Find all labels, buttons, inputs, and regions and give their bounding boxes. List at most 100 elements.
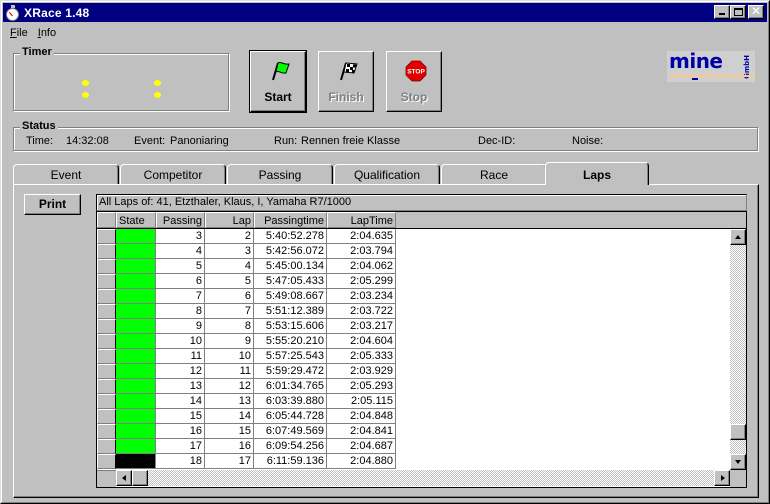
tab-competitor[interactable]: Competitor — [120, 164, 226, 184]
row-indicator[interactable] — [97, 409, 116, 424]
tab-race[interactable]: Race — [441, 164, 547, 184]
row-indicator[interactable] — [97, 364, 116, 379]
laps-grid[interactable]: State Passing Lap Passingtime LapTime 32… — [96, 211, 747, 488]
grid-caption: All Laps of: 41, Etzthaler, Klaus, I, Ya… — [96, 194, 747, 211]
table-row[interactable]: 9 8 5:53:15.606 2:03.217 — [97, 319, 397, 334]
table-row[interactable]: 7 6 5:49:08.667 2:03.234 — [97, 289, 397, 304]
header-state[interactable]: State — [116, 212, 156, 228]
cell-lap: 5 — [205, 274, 254, 289]
tab-label: Qualification — [353, 168, 421, 182]
cell-passing: 18 — [156, 454, 205, 469]
scroll-up-button[interactable] — [730, 229, 746, 245]
row-indicator[interactable] — [97, 319, 116, 334]
table-row[interactable]: 12 11 5:59:29.472 2:03.929 — [97, 364, 397, 379]
grid-body: 3 2 5:40:52.278 2:04.635 4 3 5:42:56.072 2:03.7… — [97, 229, 730, 470]
cell-lap: 8 — [205, 319, 254, 334]
minimize-button[interactable] — [714, 5, 730, 19]
vertical-scroll-thumb[interactable] — [730, 424, 746, 441]
scroll-down-button[interactable] — [730, 454, 746, 470]
maximize-button[interactable] — [730, 5, 746, 19]
table-row[interactable]: 18 17 6:11:59.136 2:04.880 — [97, 454, 397, 469]
print-button[interactable]: Print — [24, 194, 81, 215]
indicator-column-footer — [97, 470, 116, 487]
cell-lap: 9 — [205, 334, 254, 349]
header-passingtime[interactable]: Passingtime — [254, 212, 327, 228]
cell-passingtime: 5:57:25.543 — [254, 349, 327, 364]
cell-passingtime: 5:49:08.667 — [254, 289, 327, 304]
stopwatch-icon[interactable] — [5, 4, 21, 21]
status-run-label: Run: — [274, 135, 298, 147]
horizontal-scrollbar[interactable] — [116, 470, 730, 486]
row-indicator[interactable] — [97, 304, 116, 319]
cell-passing: 5 — [156, 259, 205, 274]
row-indicator[interactable] — [97, 349, 116, 364]
table-row[interactable]: 5 4 5:45:00.134 2:04.062 — [97, 259, 397, 274]
status-dec-id-label: Dec-ID: — [478, 135, 516, 147]
table-row[interactable]: 4 3 5:42:56.072 2:03.794 — [97, 244, 397, 259]
cell-state — [116, 379, 156, 394]
table-row[interactable]: 11 10 5:57:25.543 2:05.333 — [97, 349, 397, 364]
cell-laptime: 2:04.062 — [327, 259, 396, 274]
close-button[interactable]: ✕ — [748, 4, 764, 19]
cell-passingtime: 6:01:34.765 — [254, 379, 327, 394]
table-row[interactable]: 16 15 6:07:49.569 2:04.841 — [97, 424, 397, 439]
table-row[interactable]: 3 2 5:40:52.278 2:04.635 — [97, 229, 397, 244]
row-indicator[interactable] — [97, 334, 116, 349]
vertical-scrollbar[interactable] — [730, 229, 746, 470]
title-bar[interactable]: XRace 1.48 ✕ — [3, 3, 767, 22]
logo-text: mine — [669, 49, 723, 73]
scroll-left-button[interactable] — [116, 470, 132, 486]
menu-file-label: ile — [16, 27, 28, 39]
stop-button[interactable]: STOP Stop — [386, 51, 442, 112]
table-row[interactable]: 14 13 6:03:39.880 2:05.115 — [97, 394, 397, 409]
menu-info[interactable]: Info — [33, 27, 61, 39]
tab-laps[interactable]: Laps — [545, 162, 649, 185]
row-indicator[interactable] — [97, 379, 116, 394]
cell-laptime: 2:04.604 — [327, 334, 396, 349]
timer-group: Timer — [13, 46, 229, 111]
cell-lap: 14 — [205, 409, 254, 424]
table-row[interactable]: 6 5 5:47:05.433 2:05.299 — [97, 274, 397, 289]
table-row[interactable]: 15 14 6:05:44.728 2:04.848 — [97, 409, 397, 424]
row-indicator[interactable] — [97, 259, 116, 274]
horizontal-scroll-thumb[interactable] — [132, 470, 148, 486]
table-row[interactable]: 10 9 5:55:20.210 2:04.604 — [97, 334, 397, 349]
tab-event[interactable]: Event — [13, 164, 119, 184]
cell-state — [116, 274, 156, 289]
tab-qualification[interactable]: Qualification — [334, 164, 440, 184]
header-laptime[interactable]: LapTime — [327, 212, 396, 228]
row-indicator[interactable] — [97, 229, 116, 244]
checkered-flag-icon — [340, 62, 358, 81]
cell-laptime: 2:03.234 — [327, 289, 396, 304]
tab-passing[interactable]: Passing — [227, 164, 333, 184]
menu-bar: File Info — [5, 24, 61, 42]
cell-state — [116, 424, 156, 439]
header-lap[interactable]: Lap — [205, 212, 254, 228]
start-button[interactable]: Start — [249, 50, 307, 113]
timer-colon-dot — [154, 80, 161, 86]
cell-passing: 8 — [156, 304, 205, 319]
cell-lap: 2 — [205, 229, 254, 244]
cell-state — [116, 289, 156, 304]
row-indicator[interactable] — [97, 439, 116, 454]
table-row[interactable]: 13 12 6:01:34.765 2:05.293 — [97, 379, 397, 394]
row-indicator[interactable] — [97, 244, 116, 259]
row-indicator[interactable] — [97, 289, 116, 304]
row-indicator[interactable] — [97, 394, 116, 409]
cell-passingtime: 5:47:05.433 — [254, 274, 327, 289]
status-group: Status Time: 14:32:08 Event: Panoniaring… — [13, 120, 758, 151]
window-title: XRace 1.48 — [24, 5, 90, 20]
row-indicator[interactable] — [97, 424, 116, 439]
row-indicator[interactable] — [97, 274, 116, 289]
table-row[interactable]: 17 16 6:09:54.256 2:04.687 — [97, 439, 397, 454]
menu-file[interactable]: File — [5, 27, 33, 39]
table-row[interactable]: 8 7 5:51:12.389 2:03.722 — [97, 304, 397, 319]
scroll-right-button[interactable] — [714, 470, 730, 486]
tab-label: Race — [479, 168, 508, 182]
header-passing[interactable]: Passing — [156, 212, 205, 228]
status-event-value: Panoniaring — [170, 135, 229, 147]
cell-passingtime: 5:42:56.072 — [254, 244, 327, 259]
row-indicator[interactable] — [97, 454, 116, 469]
finish-button[interactable]: Finish — [318, 51, 374, 112]
arrow-right-icon — [721, 475, 725, 481]
